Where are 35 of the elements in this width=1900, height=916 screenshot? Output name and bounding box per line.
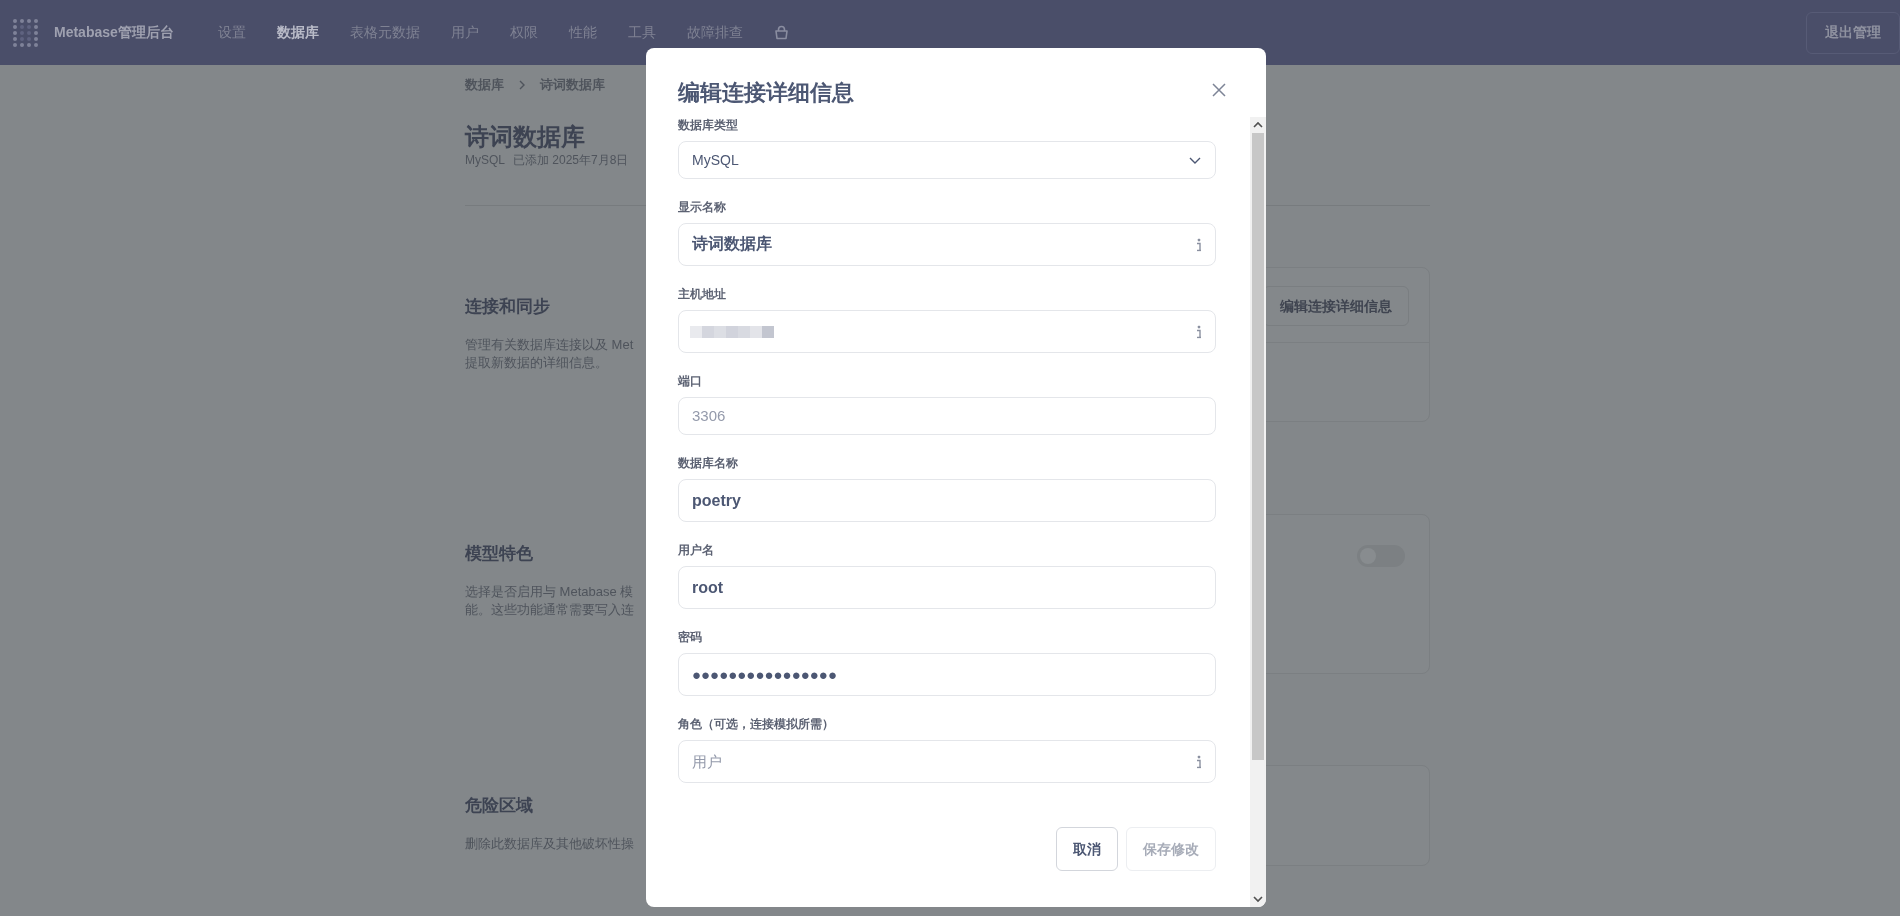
info-icon[interactable] (1196, 238, 1202, 251)
field-label: 密码 (678, 629, 703, 645)
field-label: 数据库名称 (678, 455, 739, 471)
field-label: 端口 (678, 373, 703, 389)
field-label: 角色（可选，连接模拟所需） (678, 716, 835, 732)
nav-tab[interactable]: 数据库 (276, 22, 319, 43)
field-label: 用户名 (678, 542, 715, 558)
info-icon[interactable] (1196, 755, 1202, 768)
lock-icon[interactable] (773, 25, 789, 40)
section-title: 连接和同步 (465, 296, 551, 319)
input-field[interactable]: 用户 (678, 740, 1216, 783)
edit-connection-button[interactable]: 编辑连接详细信息 (1263, 286, 1409, 327)
page-title: 诗词数据库 (465, 122, 585, 152)
field-label: 显示名称 (678, 199, 727, 215)
info-icon[interactable] (1196, 325, 1202, 338)
input-field[interactable]: 3306 (678, 397, 1216, 435)
input-field[interactable]: root (678, 566, 1216, 609)
password-field[interactable]: ●●●●●●●●●●●●●●●● (678, 653, 1216, 696)
logo-icon[interactable] (12, 17, 40, 48)
section-title: 模型特色 (465, 543, 534, 566)
dialog-title: 编辑连接详细信息 (678, 79, 854, 107)
input-field[interactable]: 诗词数据库 (678, 223, 1216, 266)
input-field[interactable]: poetry (678, 479, 1216, 522)
field-label: 数据库类型 (678, 117, 739, 133)
close-icon[interactable] (1212, 83, 1226, 97)
chevron-down-icon (1189, 156, 1201, 164)
brand-name[interactable]: Metabase管理后台 (54, 22, 174, 43)
cancel-button[interactable]: 取消 (1056, 827, 1118, 871)
chevron-right-icon (518, 79, 526, 90)
select-dropdown[interactable]: MySQL (678, 141, 1216, 179)
scrollbar[interactable] (1250, 117, 1266, 907)
section-title: 危险区域 (465, 795, 534, 818)
exit-admin-button[interactable]: 退出管理 (1806, 11, 1900, 54)
field-label: 主机地址 (678, 286, 727, 302)
input-field[interactable] (678, 310, 1216, 353)
